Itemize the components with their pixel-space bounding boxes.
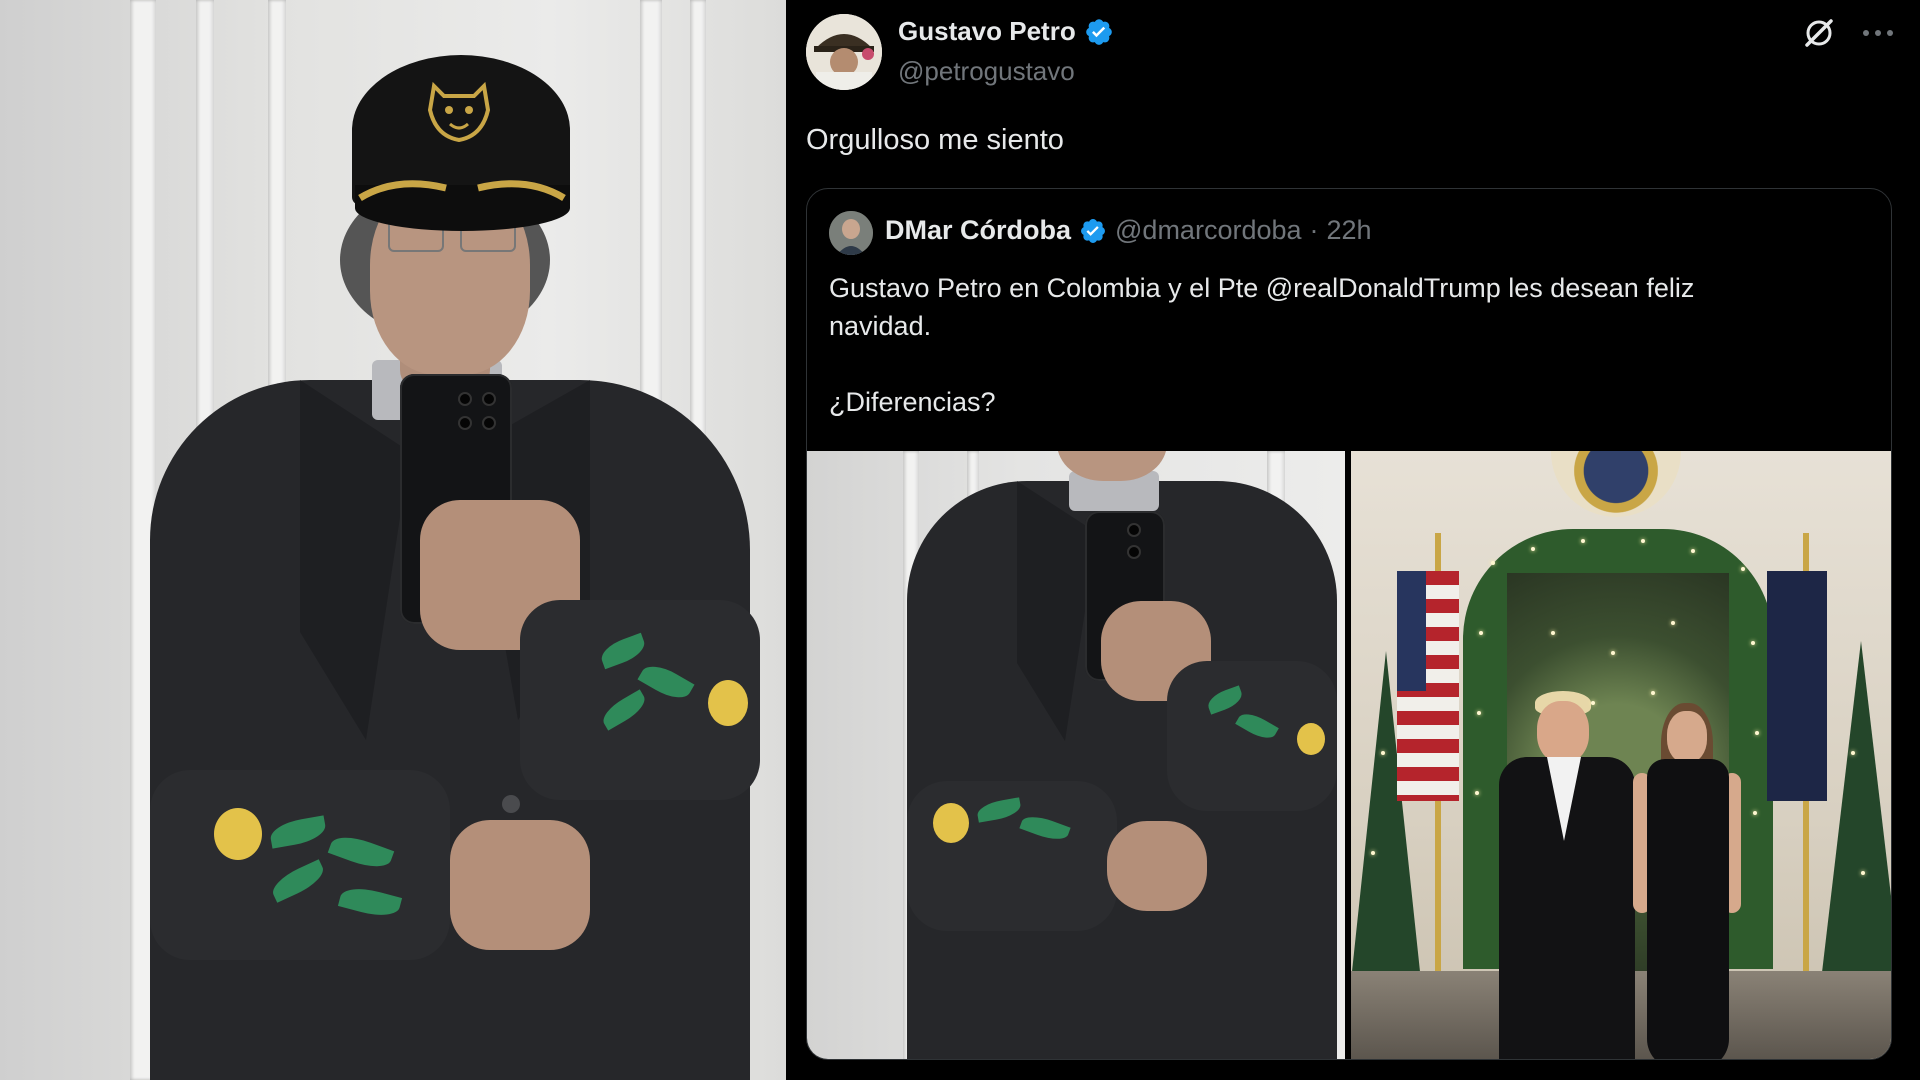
verified-badge-icon [1085,18,1112,45]
quoted-handle[interactable]: @dmarcordoba [1115,215,1302,246]
quoted-text-line: navidad. [829,311,932,341]
quoted-display-name[interactable]: DMar Córdoba [885,215,1071,246]
quoted-media-selfie[interactable] [807,451,1345,1059]
verified-badge-icon [1081,218,1105,243]
person-figure [807,451,1345,1059]
tweet: Gustavo Petro @petrogustavo Orgulloso me… [786,0,1920,1080]
tiger-emblem-icon [427,81,491,142]
author-name-row: Gustavo Petro [898,16,1114,47]
quoted-tweet[interactable]: DMar Córdoba @dmarcordoba · 22h Gustavo … [806,188,1892,1060]
cap-braid [358,180,566,202]
woman-in-black-dress [1633,703,1743,1059]
mirror-selfie-photo [0,0,786,1080]
grok-icon[interactable] [1802,16,1836,50]
author-avatar[interactable] [806,14,882,90]
man-in-tuxedo [1491,691,1641,1059]
quoted-author-avatar[interactable] [829,211,873,255]
us-flag [1397,571,1459,801]
person-figure [0,0,786,1080]
tweet-text: Orgulloso me siento [806,124,1064,156]
quoted-text: Gustavo Petro en Colombia y el Pte @real… [829,269,1849,421]
quoted-separator: · [1309,215,1319,245]
quoted-media-christmas-photo[interactable] [1351,451,1891,1059]
quoted-text-line: ¿Diferencias? [829,387,996,417]
quoted-text-line: Gustavo Petro en Colombia y el Pte @real… [829,273,1695,303]
quoted-header: DMar Córdoba @dmarcordoba · 22h [885,215,1372,246]
quoted-time[interactable]: 22h [1327,215,1372,246]
more-options-icon[interactable] [1858,18,1898,48]
author-handle[interactable]: @petrogustavo [898,56,1075,87]
author-display-name[interactable]: Gustavo Petro [898,16,1076,47]
presidential-flag [1767,571,1827,801]
